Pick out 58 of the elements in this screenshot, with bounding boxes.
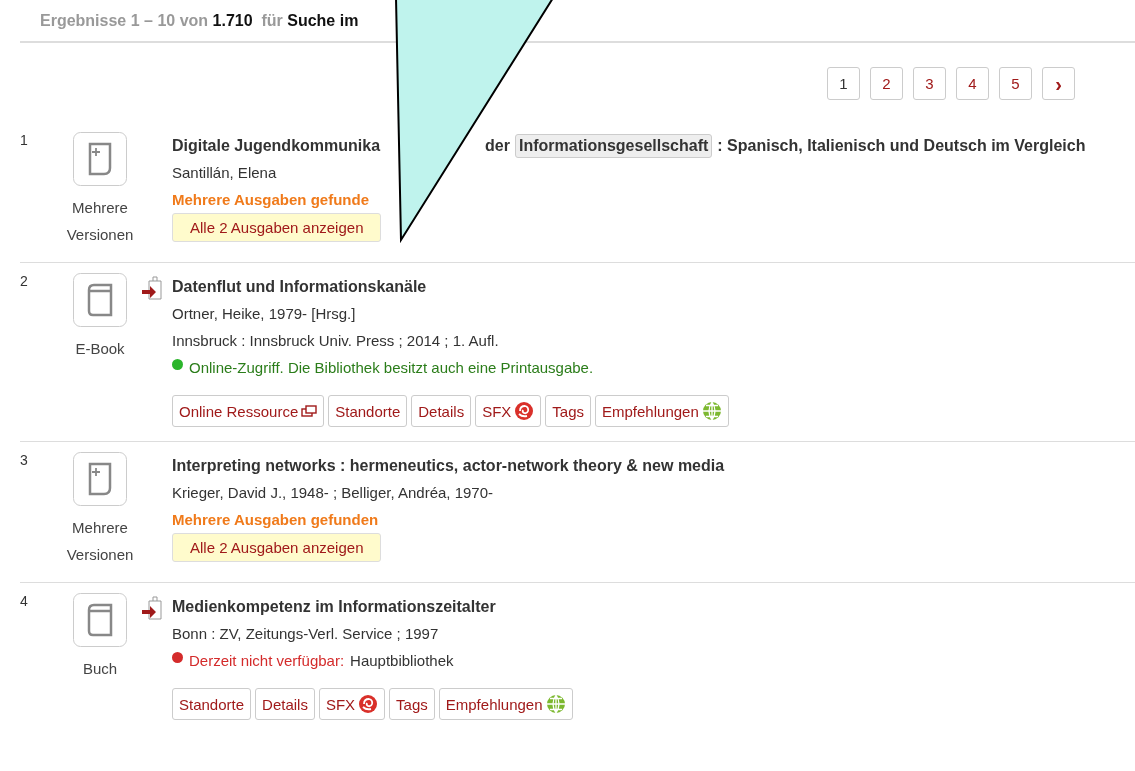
result-detail: Krieger, David J., 1948- ; Belliger, Andréa, 1970-	[172, 483, 495, 503]
result-title[interactable]: Datenflut und Informationskanäle	[172, 273, 427, 300]
action-button[interactable]: Empfehlungen	[595, 395, 729, 427]
media-type-label: E-Book	[75, 339, 125, 359]
action-button[interactable]: Tags	[545, 395, 591, 427]
result-title[interactable]: Digitale Jugendkommunika	[172, 132, 381, 159]
show-editions-button[interactable]: Alle 2 Ausgaben anzeigen	[172, 533, 382, 562]
action-button[interactable]: SFX	[475, 395, 542, 427]
next-page-button[interactable]: ›	[1042, 67, 1075, 100]
media-type-label: Mehrere	[72, 198, 128, 218]
result-title[interactable]: Interpreting networks : hermeneutics, actor-network theory & new media	[172, 452, 725, 479]
media-type-label: Versionen	[66, 545, 134, 565]
book-icon	[73, 273, 127, 327]
editions-note: Mehrere Ausgaben gefunde	[172, 190, 370, 210]
swirl-icon	[358, 694, 379, 714]
page-button[interactable]: 3	[913, 67, 946, 100]
result-detail: Ortner, Heike, 1979- [Hrsg.]	[172, 304, 357, 324]
action-button[interactable]: SFX	[318, 688, 386, 720]
result-title[interactable]: der	[485, 132, 510, 159]
action-button[interactable]: Details	[255, 688, 315, 720]
book-icon	[73, 593, 127, 647]
result-number: 3	[20, 452, 29, 470]
result-title[interactable]: Informationsgesellschaft	[514, 133, 713, 158]
result-detail: Santillán, Elena	[172, 163, 278, 183]
result-number: 2	[20, 273, 29, 291]
action-button[interactable]: Standorte	[172, 688, 252, 720]
document-plus-icon	[73, 132, 127, 186]
page-button[interactable]: 2	[870, 67, 903, 100]
swirl-icon	[514, 401, 535, 421]
show-editions-button[interactable]: Alle 2 Ausgaben anzeigen	[172, 213, 382, 242]
result-title[interactable]: Medienkompetenz im Informationszeitalter	[172, 593, 496, 620]
globe-icon	[701, 401, 722, 421]
page-button[interactable]: 5	[999, 67, 1032, 100]
page-button[interactable]: 4	[956, 67, 989, 100]
media-type-label: Buch	[82, 659, 118, 679]
editions-note: Mehrere Ausgaben gefunden	[172, 510, 380, 530]
media-type-label: Versionen	[66, 225, 134, 245]
result-detail: Bonn : ZV, Zeitungs-Verl. Service ; 1997	[172, 624, 440, 644]
action-button[interactable]: Standorte	[328, 395, 408, 427]
action-button[interactable]: Details	[411, 395, 472, 427]
action-button[interactable]: Tags	[389, 688, 435, 720]
document-plus-icon	[73, 452, 127, 506]
media-type-label: Mehrere	[72, 518, 128, 538]
action-button[interactable]: Empfehlungen	[438, 688, 573, 720]
page-button[interactable]: 1	[827, 67, 860, 100]
status-dot	[172, 359, 183, 370]
external-window-icon	[301, 405, 318, 417]
action-button[interactable]: Online Ressource	[172, 395, 325, 427]
result-number: 1	[20, 132, 29, 150]
result-detail: Innsbruck : Innsbruck Univ. Press ; 2014 ; 1. Aufl.	[172, 331, 500, 351]
status-dot	[172, 652, 183, 663]
globe-icon	[545, 694, 566, 714]
location-text: Hauptbibliothek	[350, 651, 454, 671]
result-title[interactable]: : Spanisch, Italienisch und Deutsch im Vergleich	[717, 132, 1086, 159]
result-number: 4	[20, 593, 29, 611]
availability-status: Derzeit nicht verfügbar:	[189, 651, 345, 671]
results-summary: Ergebnisse 1 – 10 von 1.710 für Suche im	[40, 12, 359, 29]
availability-status: Online-Zugriff. Die Bibliothek besitzt auch eine Printausgabe.	[189, 358, 594, 378]
